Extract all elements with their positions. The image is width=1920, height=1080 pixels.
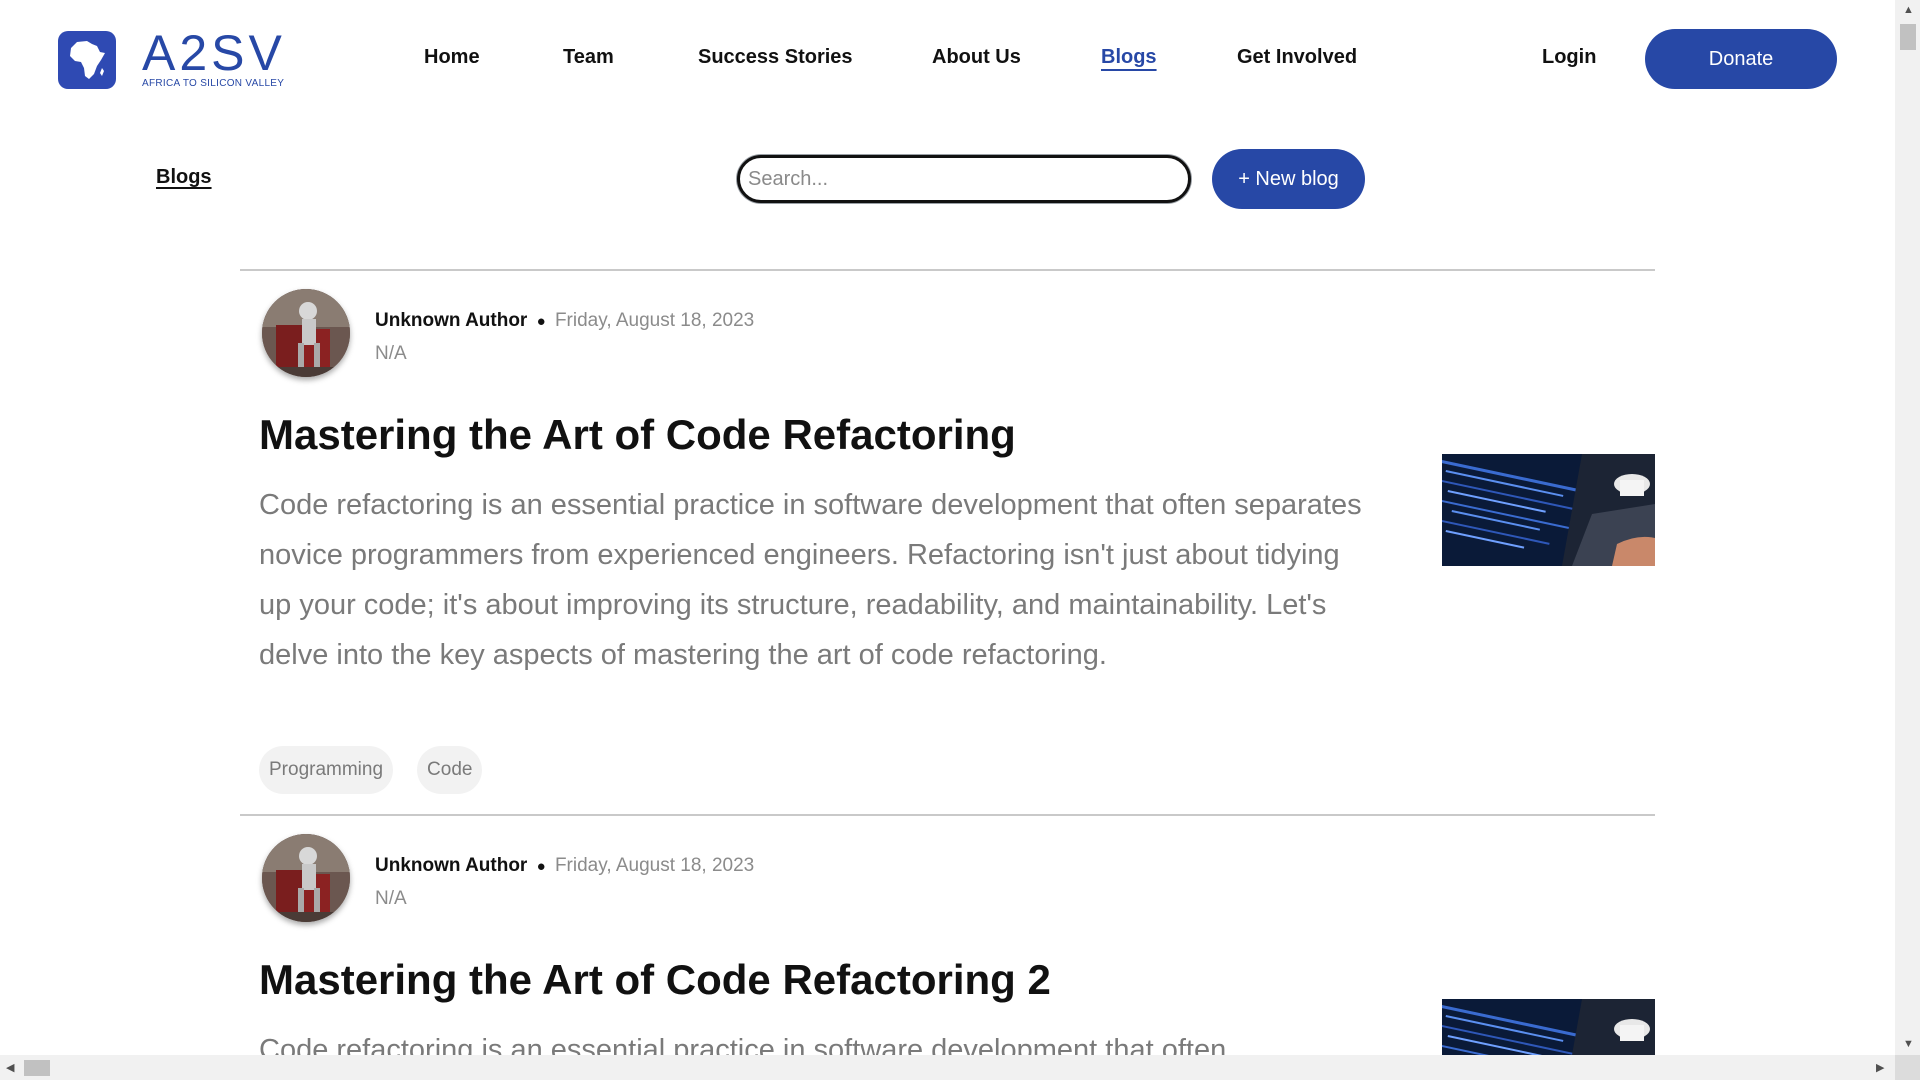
- scroll-right-arrow-icon[interactable]: ▶: [1876, 1062, 1884, 1074]
- nav-about-us[interactable]: About Us: [932, 46, 1021, 69]
- post-title[interactable]: Mastering the Art of Code Refactoring 2: [259, 956, 1051, 1004]
- nav-home[interactable]: Home: [424, 46, 480, 69]
- post-date: Friday, August 18, 2023: [554, 855, 755, 876]
- vertical-scroll-thumb[interactable]: [1900, 24, 1916, 50]
- author-name[interactable]: Unknown Author: [375, 855, 527, 876]
- post-excerpt: Code refactoring is an essential practic…: [259, 489, 1362, 671]
- author-avatar: [262, 289, 350, 377]
- logo-subtitle: AFRICA TO SILICON VALLEY: [142, 78, 285, 89]
- scroll-down-arrow-icon[interactable]: ▼: [1903, 1038, 1914, 1050]
- post-tags: Programming Code: [259, 746, 483, 794]
- nav-blogs[interactable]: Blogs: [1101, 46, 1157, 69]
- tag-chip[interactable]: Programming: [259, 746, 394, 794]
- post-title[interactable]: Mastering the Art of Code Refactoring: [259, 411, 1016, 459]
- author-avatar: [262, 834, 350, 922]
- horizontal-scrollbar[interactable]: ◀ ▶: [0, 1055, 1895, 1080]
- horizontal-scroll-thumb[interactable]: [24, 1060, 50, 1076]
- post-meta: Unknown Author ● Friday, August 18, 2023: [375, 855, 754, 877]
- nav-team[interactable]: Team: [563, 46, 614, 69]
- nav-success-stories[interactable]: Success Stories: [698, 46, 853, 69]
- nav-login[interactable]: Login: [1542, 46, 1596, 69]
- scrollbar-corner: [1895, 1055, 1920, 1080]
- post-excerpt: Code refactoring is an essential practic…: [259, 1034, 1227, 1055]
- blog-post-card[interactable]: Unknown Author ● Friday, August 18, 2023…: [240, 815, 1655, 1055]
- blog-post-card[interactable]: Unknown Author ● Friday, August 18, 2023…: [240, 270, 1655, 815]
- meta-separator: ●: [536, 858, 546, 875]
- meta-separator: ●: [536, 313, 546, 330]
- author-name[interactable]: Unknown Author: [375, 310, 527, 331]
- nav-get-involved[interactable]: Get Involved: [1237, 46, 1357, 69]
- donate-button[interactable]: Donate: [1645, 29, 1837, 89]
- search-input[interactable]: [737, 155, 1191, 203]
- scroll-left-arrow-icon[interactable]: ◀: [6, 1062, 14, 1074]
- vertical-scrollbar[interactable]: ▲ ▼: [1895, 0, 1920, 1055]
- post-thumbnail[interactable]: [1442, 454, 1655, 566]
- main-nav: Home Team Success Stories About Us Blogs…: [0, 46, 1920, 72]
- new-blog-button[interactable]: + New blog: [1212, 149, 1365, 209]
- post-date: Friday, August 18, 2023: [554, 310, 755, 331]
- scroll-up-arrow-icon[interactable]: ▲: [1903, 4, 1914, 16]
- author-role: N/A: [375, 343, 407, 364]
- post-meta: Unknown Author ● Friday, August 18, 2023: [375, 310, 754, 332]
- page-title[interactable]: Blogs: [156, 166, 212, 189]
- author-role: N/A: [375, 888, 407, 909]
- post-thumbnail[interactable]: [1442, 999, 1655, 1055]
- tag-chip[interactable]: Code: [417, 746, 483, 794]
